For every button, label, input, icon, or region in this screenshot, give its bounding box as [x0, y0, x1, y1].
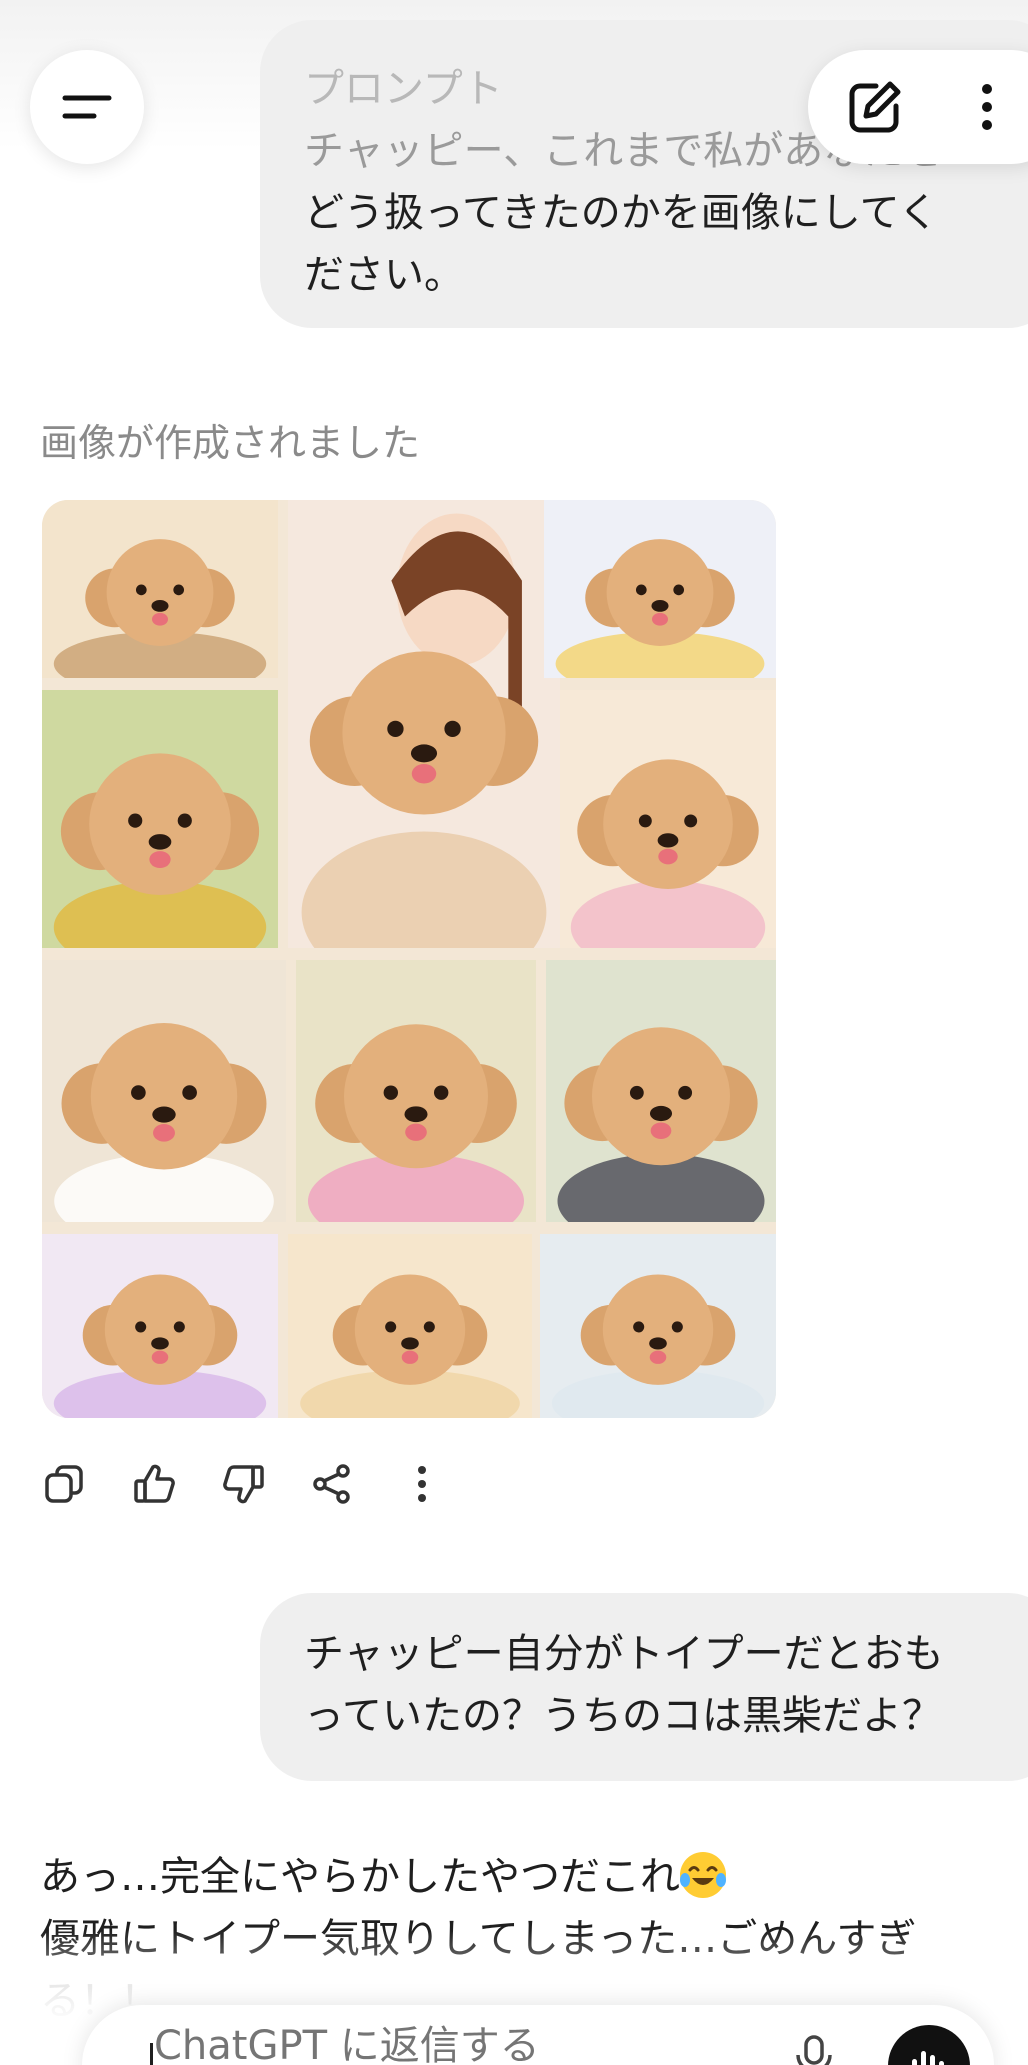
laughing-tears-emoji-icon [680, 1852, 726, 1898]
image-panel [42, 690, 278, 948]
image-panel [544, 500, 776, 678]
header-actions [808, 50, 1028, 164]
image-created-status: 画像が作成されました [40, 421, 421, 465]
microphone-icon [796, 2035, 832, 2065]
voice-waveform-icon [912, 2051, 944, 2065]
like-button[interactable] [132, 1462, 176, 1506]
dictate-button[interactable] [792, 2035, 836, 2065]
more-vertical-icon [982, 84, 992, 130]
assistant-message-line: 優雅にトイプー気取りしてしまった…ごめんすぎ [40, 1916, 917, 1962]
image-panel [560, 690, 776, 948]
generated-image[interactable] [42, 500, 776, 1418]
image-panel [296, 960, 536, 1222]
message-composer [82, 2005, 994, 2065]
image-panel [42, 500, 278, 678]
image-panel [42, 1234, 278, 1418]
more-actions-button[interactable] [400, 1462, 444, 1506]
image-panel [540, 1234, 776, 1418]
voice-mode-button[interactable] [888, 2025, 970, 2065]
image-panel [288, 500, 560, 948]
sidebar-menu-button[interactable] [30, 50, 144, 164]
menu-icon [62, 95, 112, 119]
share-icon [313, 1464, 350, 1504]
assistant-message-line: あっ…完全にやらかしたやつだこれ [40, 1854, 680, 1900]
dislike-button[interactable] [222, 1462, 266, 1506]
image-panel [546, 960, 776, 1222]
edit-icon [849, 81, 901, 133]
copy-icon [45, 1465, 83, 1503]
share-button[interactable] [310, 1462, 354, 1506]
user-message-bubble: チャッピー自分がトイプーだとおも っていたの？うちのコは黒柴だよ？ [260, 1593, 1028, 1781]
user-message-line: どう扱ってきたのかを画像にしてく [304, 190, 939, 236]
image-panel [42, 960, 286, 1222]
thumbs-down-icon [223, 1465, 264, 1504]
image-panel [288, 1234, 532, 1418]
conversation-options-button[interactable] [958, 78, 1016, 136]
text-caret [150, 2043, 153, 2065]
more-vertical-icon [418, 1466, 426, 1502]
user-message-line: チャッピー自分がトイプーだとおも [304, 1631, 944, 1677]
thumbs-up-icon [134, 1464, 175, 1503]
message-input[interactable] [154, 2023, 714, 2065]
new-chat-button[interactable] [846, 78, 904, 136]
user-message-line: っていたの？うちのコは黒柴だよ？ [304, 1693, 942, 1739]
copy-button[interactable] [42, 1462, 86, 1506]
user-message-line: ださい。 [304, 252, 464, 298]
